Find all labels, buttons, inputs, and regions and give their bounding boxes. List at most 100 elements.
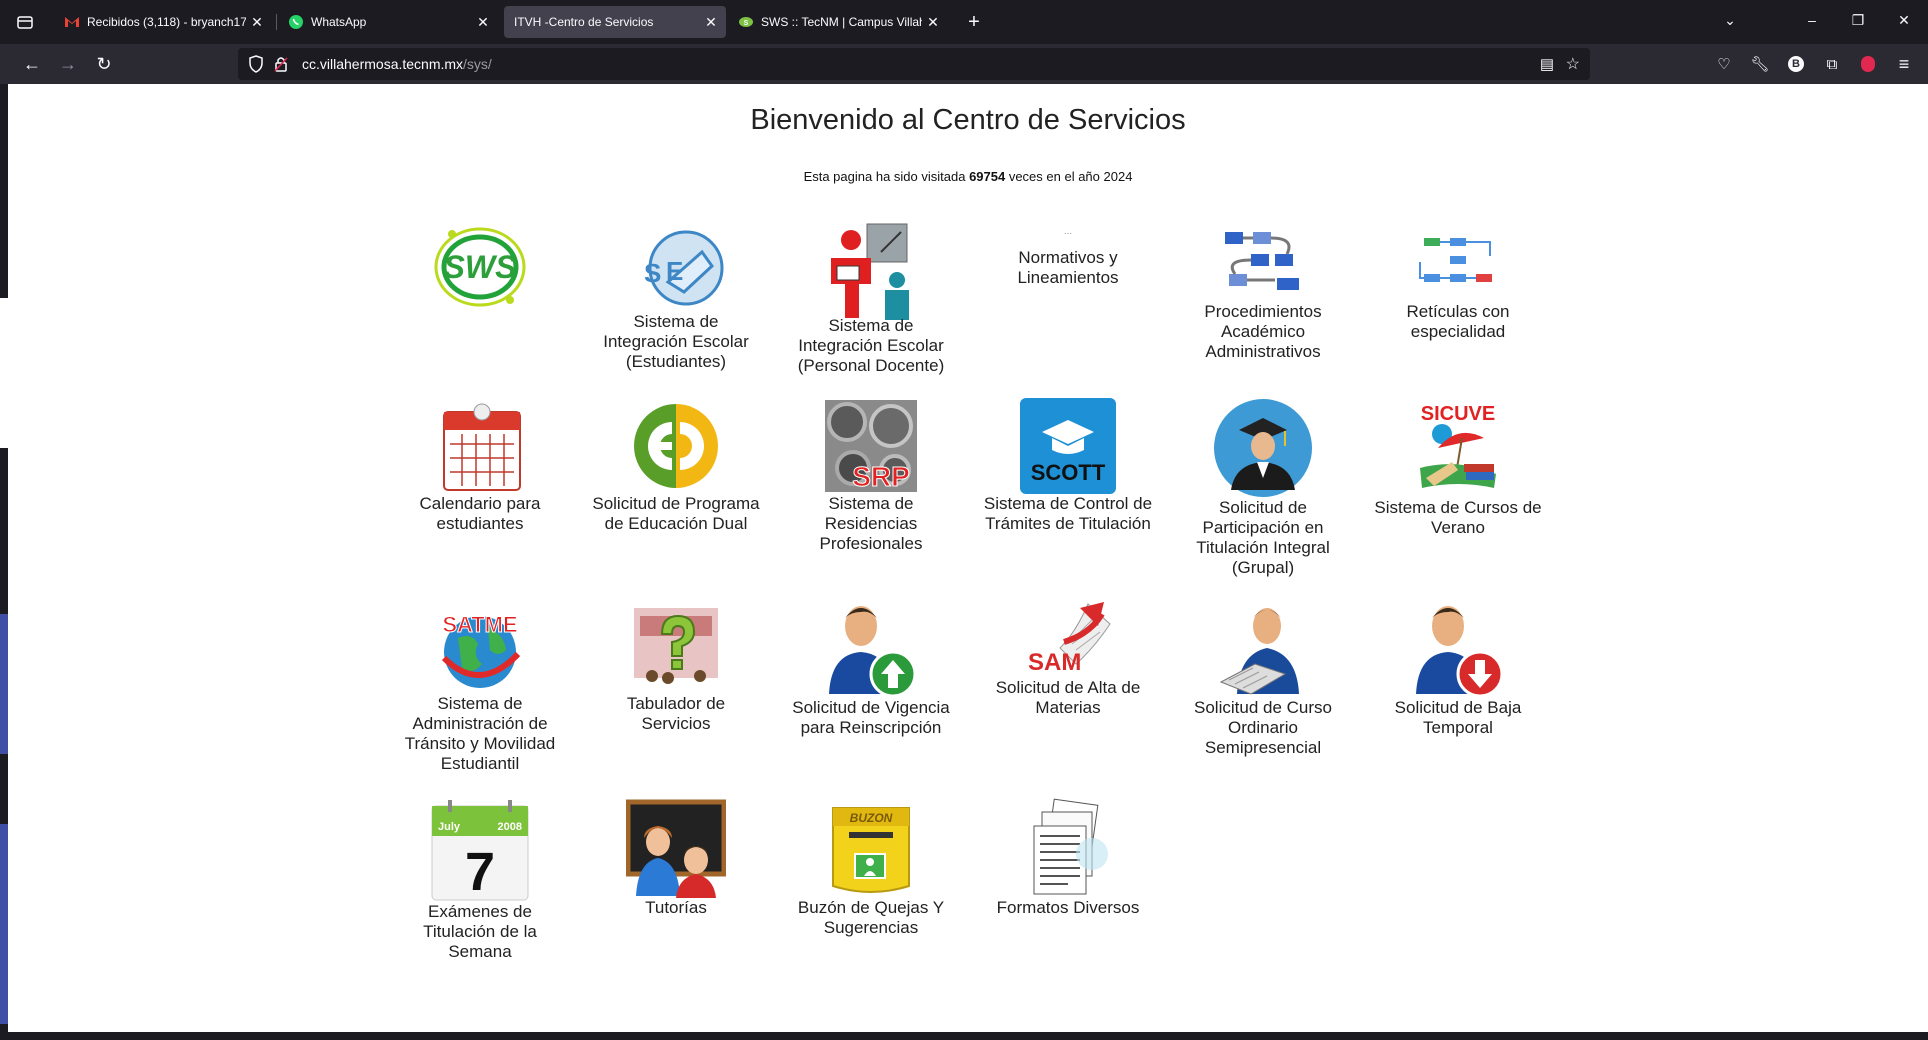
service-satme[interactable]: SATME Sistema de Administración de Tráns… bbox=[395, 598, 565, 774]
wrench-icon: 🔧︎ bbox=[1750, 56, 1770, 73]
extensions-button[interactable]: ⧉ bbox=[1820, 52, 1844, 76]
tab-gmail[interactable]: Recibidos (3,118) - bryanch170 ✕ bbox=[56, 6, 272, 38]
calendar-month: July bbox=[438, 821, 461, 833]
pocket-button[interactable]: ♡ bbox=[1712, 52, 1736, 76]
service-calendario[interactable]: Calendario para estudiantes bbox=[395, 398, 565, 534]
service-label: Sistema de Administración de Tránsito y … bbox=[404, 694, 556, 773]
tab-list-button[interactable] bbox=[16, 6, 40, 38]
service-label: Solicitud de Curso Ordinario Semipresenc… bbox=[1194, 698, 1332, 757]
service-reticulas[interactable]: Retículas con especialidad bbox=[1373, 222, 1543, 342]
scott-badge-text: SCOTT bbox=[1031, 460, 1106, 485]
tab-sws[interactable]: S SWS :: TecNM | Campus Villaher ✕ bbox=[730, 6, 948, 38]
url-text[interactable]: cc.villahermosa.tecnm.mx/sys/ bbox=[302, 56, 492, 72]
question-money-icon bbox=[634, 608, 718, 684]
close-icon[interactable]: ✕ bbox=[250, 14, 264, 31]
mailbox-icon: BUZON bbox=[832, 807, 910, 893]
sam-badge-text: SAM bbox=[1028, 649, 1081, 676]
user-download-icon bbox=[1416, 606, 1504, 698]
sws-icon: S bbox=[738, 14, 754, 30]
minimize-button[interactable]: – bbox=[1802, 12, 1822, 28]
reader-icon bbox=[1219, 608, 1299, 695]
tools-button[interactable]: 🔧︎ bbox=[1748, 52, 1772, 76]
service-normativos[interactable]: ... Normativos y Lineamientos bbox=[983, 222, 1153, 288]
service-label: Tabulador de Servicios bbox=[626, 694, 726, 733]
service-cursos-verano[interactable]: SICUVE Sistema de Cursos de Verano bbox=[1373, 398, 1543, 538]
menu-button[interactable]: ≡ bbox=[1892, 52, 1916, 76]
dual-education-icon bbox=[634, 404, 718, 488]
service-residencias[interactable]: SRP Sistema de Residencias Profesionales bbox=[786, 398, 956, 554]
service-sws[interactable]: SWS bbox=[395, 222, 565, 312]
bookmark-star-icon[interactable]: ☆ bbox=[1566, 54, 1580, 74]
puzzle-icon: ⧉ bbox=[1826, 55, 1838, 73]
service-tabulador[interactable]: Tabulador de Servicios bbox=[591, 598, 761, 734]
service-curso-semipresencial[interactable]: Solicitud de Curso Ordinario Semipresenc… bbox=[1178, 598, 1348, 758]
tab-title: ITVH -Centro de Servicios bbox=[514, 15, 654, 29]
pocket-icon: ♡ bbox=[1717, 56, 1731, 73]
service-procedimientos[interactable]: Procedimientos Académico Administrativos bbox=[1178, 222, 1348, 362]
graduate-icon bbox=[1214, 399, 1312, 497]
service-label: Normativos y Lineamientos bbox=[1017, 248, 1119, 287]
url-host: cc.villahermosa.tecnm.mx bbox=[302, 56, 464, 72]
service-alta-materias[interactable]: SAM Solicitud de Alta de Materias bbox=[983, 598, 1153, 718]
close-window-button[interactable]: ✕ bbox=[1894, 12, 1914, 29]
account-button[interactable]: B bbox=[1784, 52, 1808, 76]
visit-counter: Esta pagina ha sido visitada 69754 veces… bbox=[8, 169, 1928, 184]
service-label: Solicitud de Vigencia para Reinscripción bbox=[792, 698, 950, 737]
sws-logo-icon: SWS bbox=[434, 227, 526, 307]
service-label: Buzón de Quejas Y Sugerencias bbox=[797, 898, 945, 937]
broken-image-icon: ... bbox=[1063, 226, 1073, 237]
tab-overflow-button[interactable]: ⌄ bbox=[1720, 12, 1740, 29]
tutoring-icon bbox=[626, 799, 726, 898]
service-label: Exámenes de Titulación de la Semana bbox=[423, 902, 537, 961]
svg-text:S: S bbox=[744, 20, 749, 27]
url-bar[interactable]: cc.villahermosa.tecnm.mx/sys/ ▤ ☆ bbox=[238, 48, 1590, 80]
user-upload-icon bbox=[829, 606, 917, 698]
forward-button[interactable]: → bbox=[56, 52, 80, 76]
tab-bar: Recibidos (3,118) - bryanch170 ✕ WhatsAp… bbox=[0, 0, 1928, 44]
srp-gears-icon: SRP bbox=[825, 400, 917, 493]
page-content: Bienvenido al Centro de Servicios Esta p… bbox=[8, 84, 1928, 1032]
service-sie-estudiantes[interactable]: S E Sistema de Integración Escolar (Estu… bbox=[591, 222, 761, 372]
close-icon[interactable]: ✕ bbox=[926, 14, 940, 31]
adblock-button[interactable] bbox=[1856, 52, 1880, 76]
service-label: Sistema de Control de Trámites de Titula… bbox=[983, 494, 1153, 533]
tab-separator bbox=[276, 14, 277, 30]
reload-button[interactable]: ↻ bbox=[92, 52, 116, 76]
service-baja-temporal[interactable]: Solicitud de Baja Temporal bbox=[1373, 598, 1543, 738]
service-label: Sistema de Integración Escolar (Estudian… bbox=[603, 312, 749, 371]
service-examenes-titulacion[interactable]: July 2008 7 Exámenes de Titulación de la… bbox=[395, 798, 565, 962]
plus-icon: + bbox=[968, 10, 980, 33]
svg-text:S: S bbox=[644, 258, 661, 288]
service-vigencia-reinscripcion[interactable]: Solicitud de Vigencia para Reinscripción bbox=[786, 598, 956, 738]
service-tutorias[interactable]: Tutorías bbox=[591, 798, 761, 918]
service-scott[interactable]: SCOTT Sistema de Control de Trámites de … bbox=[983, 398, 1153, 534]
arrow-left-icon: ← bbox=[23, 53, 41, 74]
service-label: Calendario para estudiantes bbox=[419, 494, 541, 533]
diagram-icon bbox=[1419, 238, 1492, 282]
tab-whatsapp[interactable]: WhatsApp ✕ bbox=[280, 6, 498, 38]
service-sie-docentes[interactable]: Sistema de Integración Escolar (Personal… bbox=[786, 222, 956, 376]
service-formatos[interactable]: Formatos Diversos bbox=[983, 798, 1153, 918]
arrow-right-icon: → bbox=[59, 53, 77, 74]
service-buzon[interactable]: BUZON Buzón de Quejas Y Sugerencias bbox=[786, 798, 956, 938]
new-tab-button[interactable]: + bbox=[960, 6, 988, 38]
maximize-button[interactable]: ❐ bbox=[1848, 12, 1868, 29]
tab-title: Recibidos (3,118) - bryanch170 bbox=[87, 15, 246, 29]
back-button[interactable]: ← bbox=[20, 52, 44, 76]
sicuve-badge-text: SICUVE bbox=[1421, 403, 1495, 425]
close-icon[interactable]: ✕ bbox=[476, 14, 490, 31]
tab-centro-servicios[interactable]: ITVH -Centro de Servicios ✕ bbox=[504, 6, 726, 38]
visits-prefix: Esta pagina ha sido visitada bbox=[803, 169, 970, 184]
service-titulacion-integral[interactable]: Solicitud de Participación en Titulación… bbox=[1178, 398, 1348, 578]
service-label: Solicitud de Alta de Materias bbox=[995, 678, 1141, 717]
service-label: Tutorías bbox=[645, 898, 707, 917]
service-label: Retículas con especialidad bbox=[1406, 302, 1510, 341]
url-path: /sys/ bbox=[463, 56, 492, 72]
lock-icon[interactable] bbox=[274, 55, 288, 78]
shield-icon[interactable] bbox=[248, 55, 264, 78]
reader-view-icon[interactable]: ▤ bbox=[1540, 55, 1554, 73]
svg-text:SWS: SWS bbox=[444, 249, 518, 285]
sam-icon: SAM bbox=[1028, 602, 1111, 676]
service-educacion-dual[interactable]: Solicitud de Programa de Educación Dual bbox=[591, 398, 761, 534]
close-icon[interactable]: ✕ bbox=[704, 14, 718, 31]
